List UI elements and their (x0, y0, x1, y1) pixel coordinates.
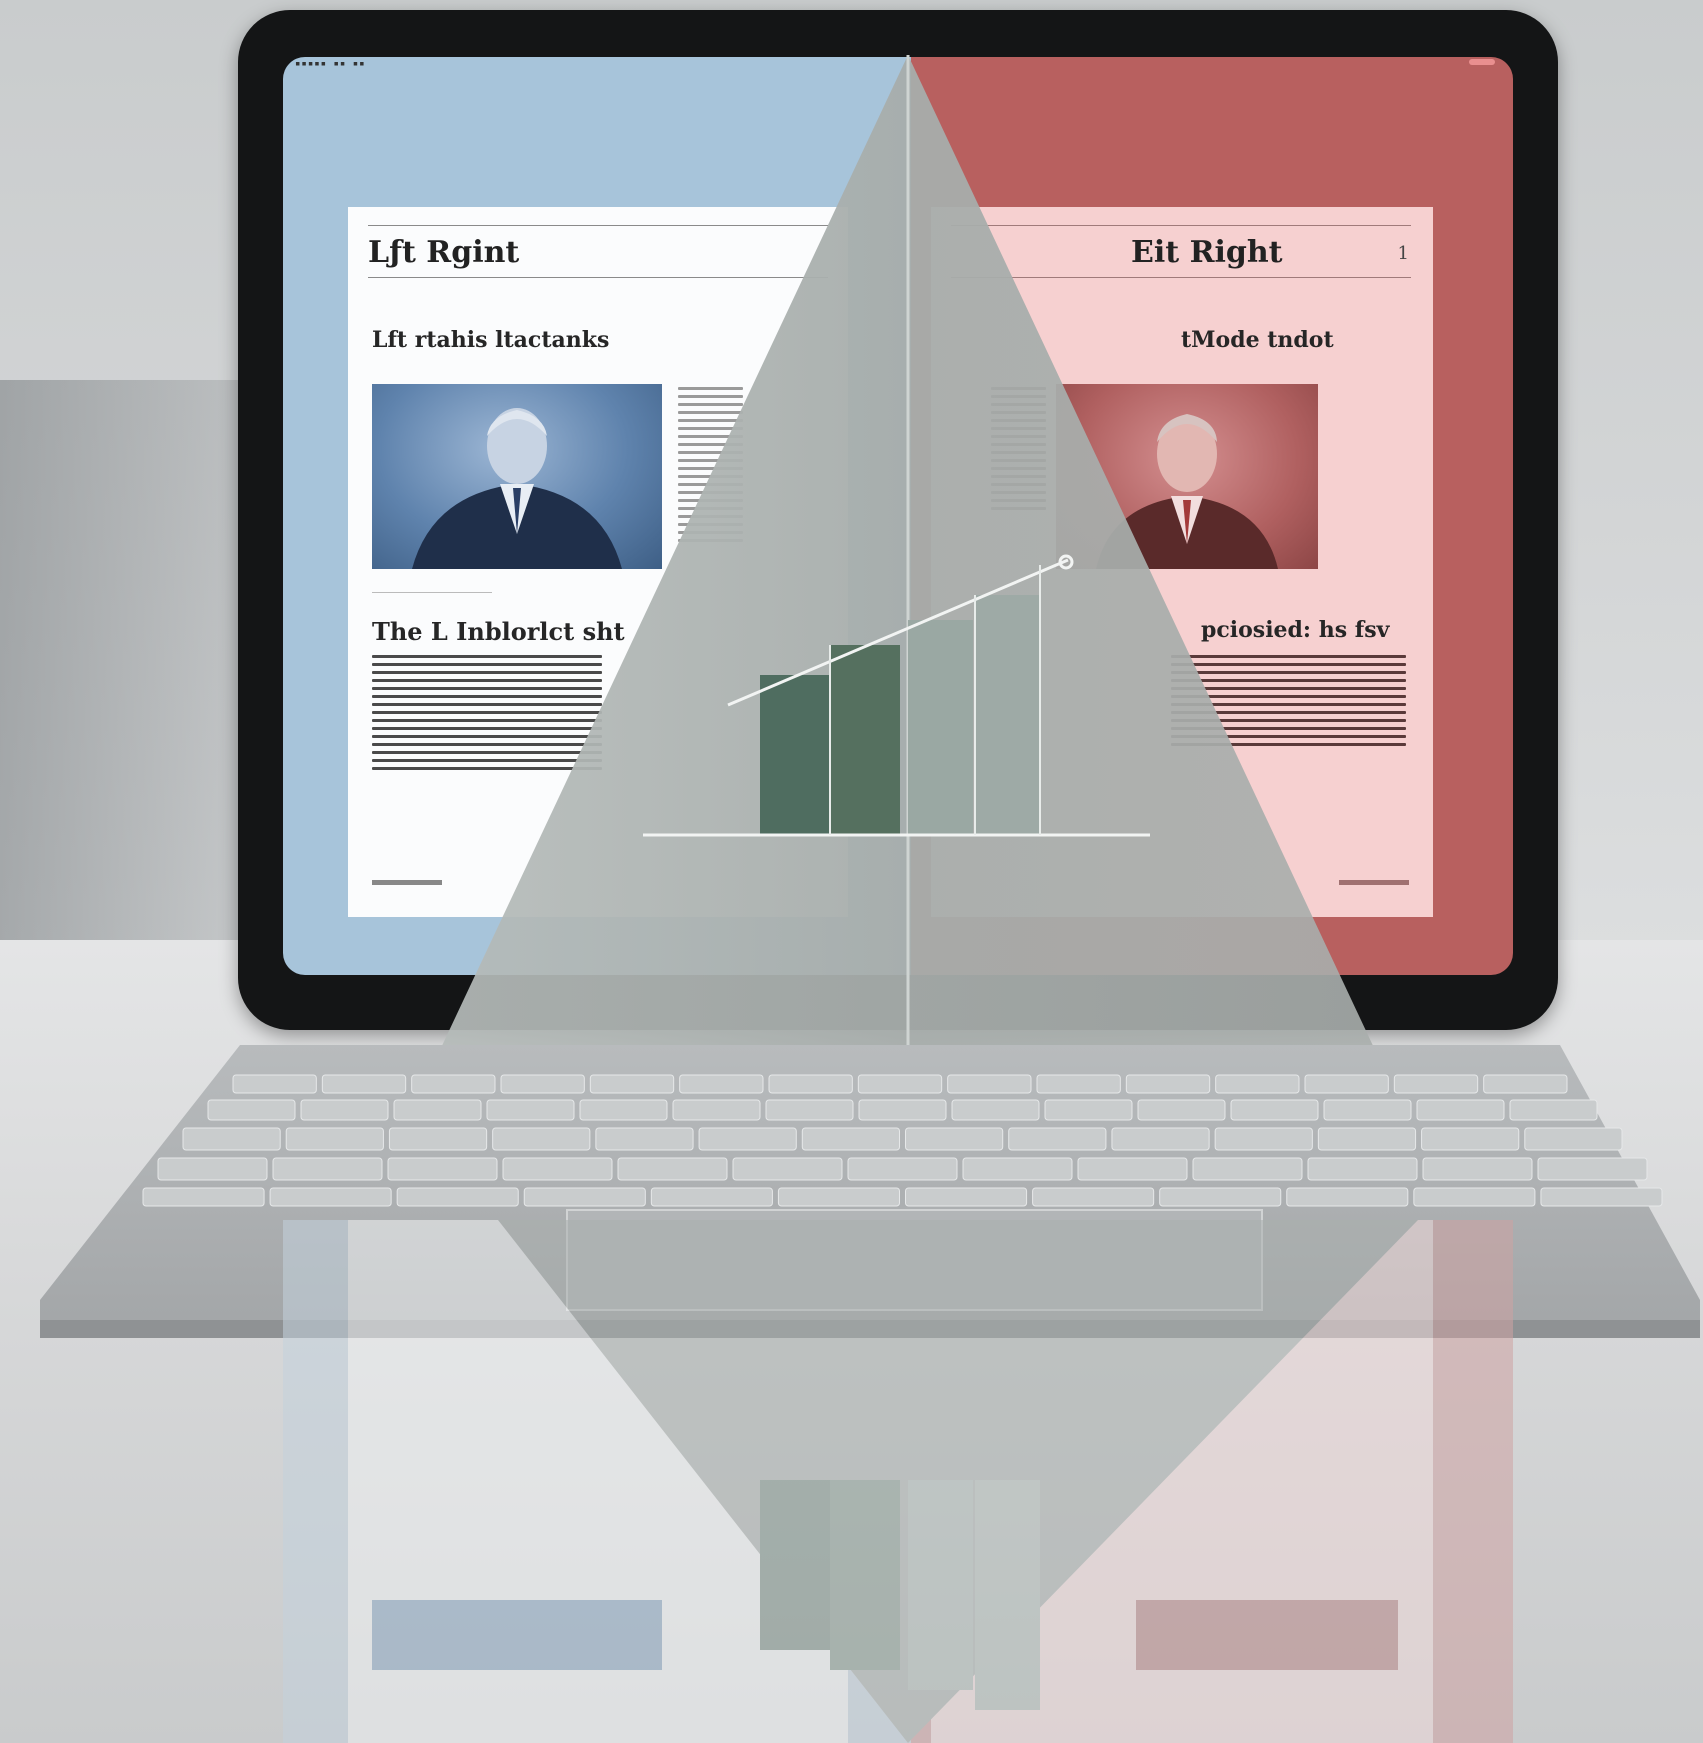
keyboard-key[interactable] (1032, 1187, 1155, 1207)
keyboard-key[interactable] (1307, 1157, 1418, 1181)
keyboard-key[interactable] (388, 1127, 488, 1151)
keyboard-key[interactable] (951, 1099, 1040, 1121)
keyboard-key[interactable] (1077, 1157, 1188, 1181)
keyboard-key[interactable] (1413, 1187, 1536, 1207)
keyboard-key[interactable] (486, 1099, 575, 1121)
scene: ▪▪▪▪▪ ▪▪ ▪▪ Lƒt Rgint Lft rtahis ltactan… (0, 0, 1703, 1743)
keyboard-key[interactable] (579, 1099, 668, 1121)
keyboard-key[interactable] (1421, 1127, 1520, 1151)
keyboard-key[interactable] (1540, 1187, 1663, 1207)
keyboard-key[interactable] (396, 1187, 519, 1207)
keyboard-key[interactable] (1044, 1099, 1133, 1121)
keyboard-key[interactable] (1137, 1099, 1226, 1121)
keyboard-key[interactable] (321, 1074, 407, 1094)
keyboard-key[interactable] (595, 1127, 694, 1151)
keyboard-key[interactable] (502, 1157, 613, 1181)
keyboard-key[interactable] (650, 1187, 773, 1207)
keyboard-key[interactable] (801, 1127, 900, 1151)
keyboard-key[interactable] (1537, 1157, 1648, 1181)
keyboard-key[interactable] (765, 1099, 854, 1121)
keyboard-key[interactable] (1125, 1074, 1211, 1094)
keyboard-key[interactable] (1422, 1157, 1533, 1181)
keyboard-key[interactable] (387, 1157, 498, 1181)
keyboard-key[interactable] (768, 1074, 853, 1094)
keyboard-key[interactable] (269, 1187, 392, 1207)
keyboard-key[interactable] (300, 1099, 389, 1121)
keyboard-key[interactable] (1159, 1187, 1282, 1207)
keyboard-key[interactable] (1416, 1099, 1505, 1121)
keyboard-key[interactable] (1214, 1127, 1313, 1151)
keyboard-key[interactable] (1317, 1127, 1417, 1151)
desk-reflection (238, 1220, 1558, 1743)
keyboard-key[interactable] (1286, 1187, 1409, 1207)
keyboard-key[interactable] (232, 1074, 317, 1094)
keyboard-key[interactable] (777, 1187, 901, 1207)
keyboard-key[interactable] (182, 1127, 281, 1151)
keyboard-key[interactable] (1509, 1099, 1598, 1121)
keyboard-key[interactable] (617, 1157, 728, 1181)
keyboard-key[interactable] (492, 1127, 591, 1151)
keyboard-key[interactable] (1524, 1127, 1623, 1151)
keyboard-key[interactable] (905, 1187, 1028, 1207)
keyboard-key[interactable] (672, 1099, 761, 1121)
keyboard-key[interactable] (411, 1074, 496, 1094)
keyboard-key[interactable] (905, 1127, 1004, 1151)
keyboard-key[interactable] (500, 1074, 585, 1094)
keyboard-key[interactable] (1230, 1099, 1319, 1121)
keyboard-key[interactable] (393, 1099, 482, 1121)
keyboard-key[interactable] (962, 1157, 1073, 1181)
keyboard-key[interactable] (285, 1127, 384, 1151)
keyboard-key[interactable] (1304, 1074, 1389, 1094)
keyboard-key[interactable] (1393, 1074, 1479, 1094)
keyboard-key[interactable] (207, 1099, 296, 1121)
keyboard-key[interactable] (589, 1074, 675, 1094)
keyboard-key[interactable] (523, 1187, 646, 1207)
keyboard-key[interactable] (1008, 1127, 1107, 1151)
keyboard-key[interactable] (157, 1157, 268, 1181)
keyboard-key[interactable] (847, 1157, 958, 1181)
keyboard-key[interactable] (272, 1157, 383, 1181)
keyboard-key[interactable] (1192, 1157, 1303, 1181)
keyboard-key[interactable] (947, 1074, 1032, 1094)
keyboard-key[interactable] (858, 1099, 947, 1121)
keyboard-key[interactable] (732, 1157, 843, 1181)
keyboard-key[interactable] (679, 1074, 764, 1094)
keyboard-key[interactable] (1036, 1074, 1121, 1094)
keyboard-key[interactable] (1323, 1099, 1412, 1121)
keyboard-key[interactable] (142, 1187, 265, 1207)
keyboard-key[interactable] (857, 1074, 943, 1094)
keyboard-key[interactable] (1111, 1127, 1210, 1151)
keyboard-key[interactable] (1215, 1074, 1300, 1094)
keyboard-key[interactable] (1483, 1074, 1568, 1094)
keyboard-key[interactable] (698, 1127, 797, 1151)
